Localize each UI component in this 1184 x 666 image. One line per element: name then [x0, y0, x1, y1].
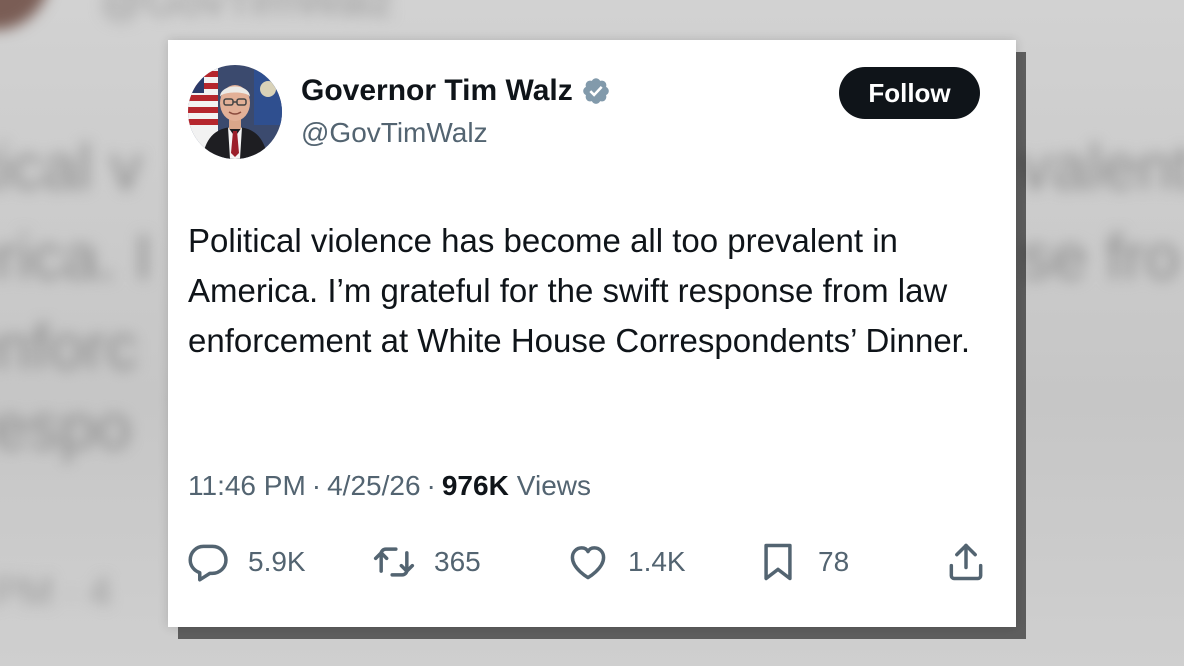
meta-separator: · [311, 470, 322, 501]
tweet-card: Governor Tim Walz @GovTimWalz Follow Pol… [168, 40, 1016, 627]
like-button[interactable]: 1.4K [566, 540, 686, 584]
share-icon [949, 543, 983, 581]
avatar[interactable] [188, 65, 282, 159]
repost-button[interactable]: 365 [372, 540, 481, 584]
meta-separator: · [426, 470, 436, 501]
tweet-date[interactable]: 4/25/26 [327, 470, 420, 502]
reply-button[interactable]: 5.9K [186, 540, 306, 584]
repost-count: 365 [434, 546, 481, 577]
like-count: 1.4K [628, 546, 686, 577]
reply-count: 5.9K [248, 546, 306, 577]
avatar-portrait [188, 65, 282, 159]
background-text-line: rrespo [0, 391, 132, 463]
author-name-row: Governor Tim Walz [301, 74, 611, 108]
author-handle[interactable]: @GovTimWalz [301, 117, 488, 149]
follow-button[interactable]: Follow [839, 67, 980, 119]
background-text-line: valent [1020, 131, 1184, 203]
views-label: Views [516, 470, 591, 501]
tweet-text: Political violence has become all too pr… [188, 222, 971, 359]
background-timestamp: 6 PM · 4 [0, 570, 112, 614]
background-handle: @GovTimWalz [100, 0, 394, 25]
bookmark-icon [764, 543, 792, 581]
background-avatar [0, 0, 50, 30]
tweet-meta: 11:46 PM · 4/25/26 · 976K Views [188, 470, 591, 502]
background-text-line: se fro [1020, 221, 1181, 293]
background-text-line: erica. I [0, 221, 153, 293]
tweet-time[interactable]: 11:46 PM [188, 470, 306, 502]
background-text-line: litical v [0, 131, 143, 203]
reply-icon [188, 544, 228, 582]
views-count: 976K [441, 470, 509, 501]
bookmark-button[interactable]: 78 [756, 540, 849, 584]
share-button[interactable] [944, 540, 988, 584]
author-display-name[interactable]: Governor Tim Walz [301, 74, 573, 108]
like-icon [570, 546, 606, 580]
verified-badge-icon[interactable] [581, 76, 611, 106]
background-text-line: enforc [0, 311, 138, 383]
bookmark-count: 78 [818, 546, 850, 577]
repost-icon [373, 547, 415, 577]
